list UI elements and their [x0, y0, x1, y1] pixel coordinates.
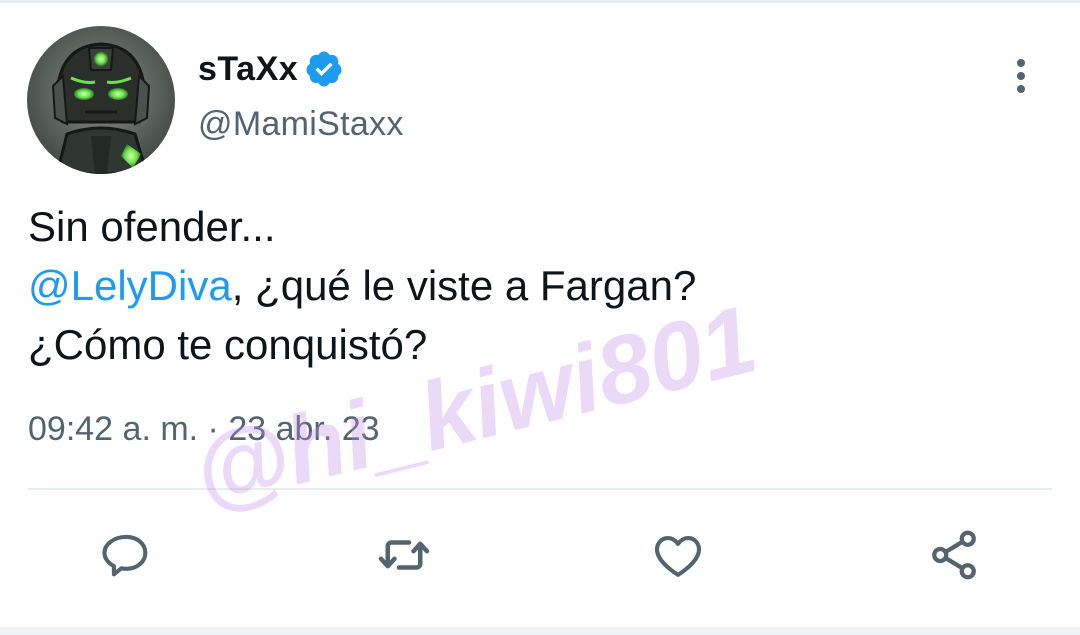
mention-link[interactable]: @LelyDiva: [28, 262, 232, 309]
heart-icon: [654, 536, 702, 577]
tweet-text-line-3: ¿Cómo te conquistó?: [28, 321, 428, 368]
verified-badge-icon: [304, 49, 344, 89]
divider: [28, 488, 1052, 490]
share-button[interactable]: [924, 525, 984, 585]
tweet-text: Sin ofender... @LelyDiva, ¿qué le viste …: [28, 197, 1048, 374]
user-handle[interactable]: @MamiStaxx: [198, 105, 404, 144]
tweet-text-line-2-rest: , ¿qué le viste a Fargan?: [231, 262, 697, 309]
like-button[interactable]: [648, 525, 708, 585]
retweet-button[interactable]: [374, 525, 434, 585]
tweet-timestamp[interactable]: 09:42 a. m. · 23 abr. 23: [28, 410, 380, 449]
retweet-icon: [378, 540, 430, 570]
tweet-text-line-1: Sin ofender...: [28, 203, 276, 250]
reply-icon: [102, 534, 148, 577]
share-icon: [932, 530, 976, 580]
avatar[interactable]: [27, 26, 175, 174]
bottom-divider: [0, 627, 1080, 635]
avatar-image: [27, 26, 175, 174]
reply-button[interactable]: [96, 525, 156, 585]
tweet-screen: sTaXx @MamiStaxx Sin ofender... @LelyDiv…: [0, 0, 1080, 635]
more-vertical-icon: [1017, 59, 1025, 93]
tweet-text-line-2: @LelyDiva, ¿qué le viste a Fargan?: [28, 256, 1048, 315]
name-row: sTaXx: [198, 45, 344, 93]
top-divider: [0, 0, 1080, 3]
more-options-button[interactable]: [1004, 54, 1038, 98]
display-name[interactable]: sTaXx: [198, 50, 298, 89]
